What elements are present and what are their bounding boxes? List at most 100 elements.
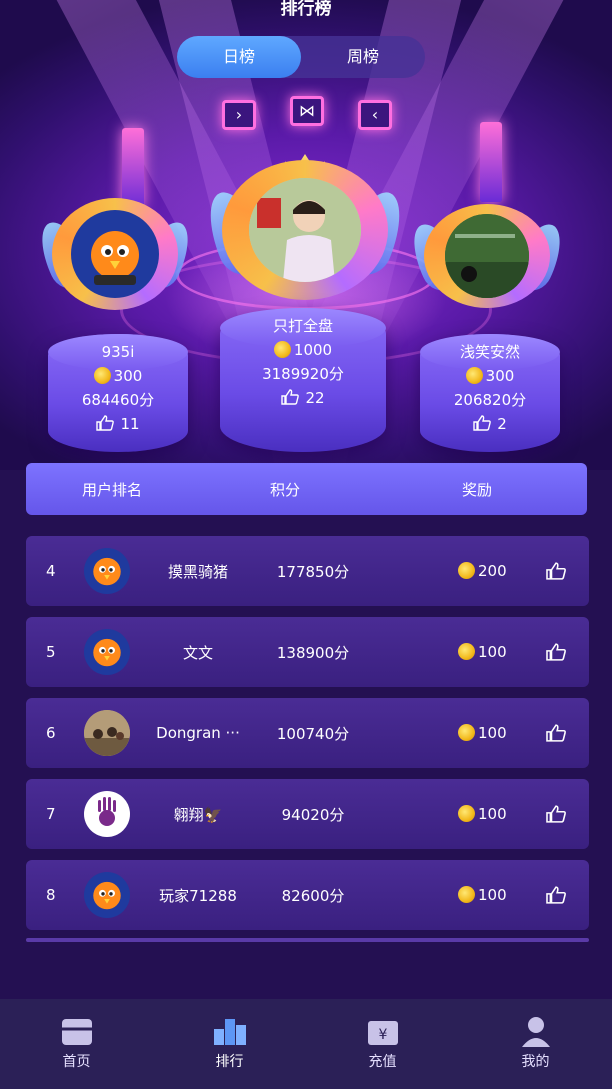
column-user-rank: 用户排名 [82, 480, 143, 499]
rank-number: 8 [46, 886, 56, 904]
avatar [445, 214, 529, 298]
like-count: 11 [120, 415, 140, 433]
nav-label: 充值 [368, 1054, 397, 1070]
podium-first: 只打全盘 1000 3189920分 22 [220, 308, 386, 452]
tab-weekly[interactable]: 周榜 [301, 36, 425, 78]
player-name: 浅笑安然 [459, 343, 520, 361]
avatar [249, 178, 361, 282]
column-score: 积分 [270, 480, 301, 499]
player-score: 684460分 [81, 391, 155, 409]
player-score: 100740分 [276, 724, 350, 743]
nav-label: 排行 [215, 1054, 244, 1070]
home-icon [59, 1015, 95, 1047]
like-button[interactable]: 11 [48, 412, 188, 436]
nav-label: 我的 [521, 1054, 550, 1070]
coin-icon [93, 367, 111, 384]
stage-pillar [122, 128, 144, 208]
reward-amount: 200 [478, 562, 507, 580]
player-score: 82600分 [281, 886, 345, 905]
player-name: 文文 [182, 643, 213, 662]
podium-second: 935i 300 684460分 11 [48, 334, 188, 452]
player-name: 摸黑骑猪 [167, 562, 228, 581]
first-place-medal[interactable] [197, 154, 413, 300]
player-score: 138900分 [276, 643, 350, 662]
avatar [71, 210, 159, 298]
bird-icon [93, 881, 121, 910]
reward-amount: 1000 [293, 341, 333, 359]
player-score: 177850分 [276, 562, 350, 581]
ranking-icon [212, 1015, 248, 1047]
thumbs-up-icon [473, 415, 492, 431]
bird-icon [91, 231, 139, 285]
nav-profile[interactable]: 我的 [459, 999, 612, 1089]
thumbs-up-icon[interactable] [544, 886, 568, 904]
group-photo-icon [84, 710, 130, 756]
wallet-icon: ¥ [365, 1015, 401, 1047]
tab-daily[interactable]: 日榜 [177, 36, 301, 78]
reward-amount: 100 [478, 724, 507, 742]
svg-text:¥: ¥ [378, 1027, 387, 1043]
avatar [84, 872, 130, 918]
thumbs-up-icon[interactable] [544, 805, 568, 823]
coin-icon [458, 886, 475, 903]
table-header: 用户排名 积分 奖励 [26, 463, 587, 515]
reward-amount: 100 [478, 886, 507, 904]
player-name: Dongran ··· [156, 724, 240, 742]
avatar [84, 791, 130, 837]
table-row[interactable]: 7 翱翔🦅 94020分 100 [26, 779, 589, 849]
bird-icon [93, 638, 121, 667]
thumbs-up-icon[interactable] [544, 643, 568, 661]
second-place-medal[interactable] [31, 198, 199, 310]
table-row[interactable]: 4 摸黑骑猪 177850分 200 [26, 536, 589, 606]
thumbs-up-icon [281, 389, 300, 405]
player-score: 3189920分 [262, 365, 344, 383]
stage-light: ‹ [358, 100, 392, 130]
reward-amount: 100 [478, 805, 507, 823]
thumbs-up-icon[interactable] [544, 724, 568, 742]
coin-icon [458, 805, 475, 822]
column-reward: 奖励 [462, 480, 493, 499]
landscape-photo-icon [445, 214, 529, 298]
coin-icon [458, 562, 475, 579]
coin-icon [458, 643, 475, 660]
coin-icon [465, 367, 483, 384]
podium-third: 浅笑安然 300 206820分 2 [420, 334, 560, 452]
avatar [84, 548, 130, 594]
table-row[interactable]: 8 玩家71288 82600分 100 [26, 860, 589, 930]
stage-light: › [222, 100, 256, 130]
table-row[interactable]: 5 文文 138900分 100 [26, 617, 589, 687]
rank-number: 6 [46, 724, 56, 742]
nav-recharge[interactable]: ¥ 充值 [306, 999, 459, 1089]
thumbs-up-icon[interactable] [544, 562, 568, 580]
nav-home[interactable]: 首页 [0, 999, 153, 1089]
player-score: 206820分 [453, 391, 527, 409]
avatar [84, 710, 130, 756]
avatar [84, 629, 130, 675]
reward-amount: 300 [485, 367, 515, 385]
nav-ranking[interactable]: 排行 [153, 999, 306, 1089]
stage-pillar [480, 122, 502, 202]
third-place-medal[interactable] [403, 204, 571, 308]
bottom-nav: 首页 排行 ¥ 充值 我的 [0, 999, 612, 1089]
rank-number: 4 [46, 562, 56, 580]
player-name: 玩家71288 [159, 886, 237, 905]
like-count: 2 [497, 415, 507, 433]
stage-light: ⋈ [290, 96, 324, 126]
like-button[interactable]: 2 [420, 412, 560, 436]
profile-icon [518, 1015, 554, 1047]
coin-icon [273, 341, 291, 358]
handprint-icon [98, 797, 116, 826]
divider [26, 938, 589, 942]
like-button[interactable]: 22 [220, 386, 386, 410]
coin-icon [458, 724, 475, 741]
bird-icon [93, 557, 121, 586]
thumbs-up-icon [96, 415, 115, 431]
rank-number: 7 [46, 805, 56, 823]
person-photo-icon [249, 178, 361, 282]
player-name: 935i [101, 343, 135, 361]
player-name: 翱翔🦅 [173, 805, 223, 824]
period-tabs: 日榜 周榜 [177, 36, 425, 78]
like-count: 22 [305, 389, 325, 407]
player-name: 只打全盘 [272, 317, 333, 335]
table-row[interactable]: 6 Dongran ··· 100740分 100 [26, 698, 589, 768]
